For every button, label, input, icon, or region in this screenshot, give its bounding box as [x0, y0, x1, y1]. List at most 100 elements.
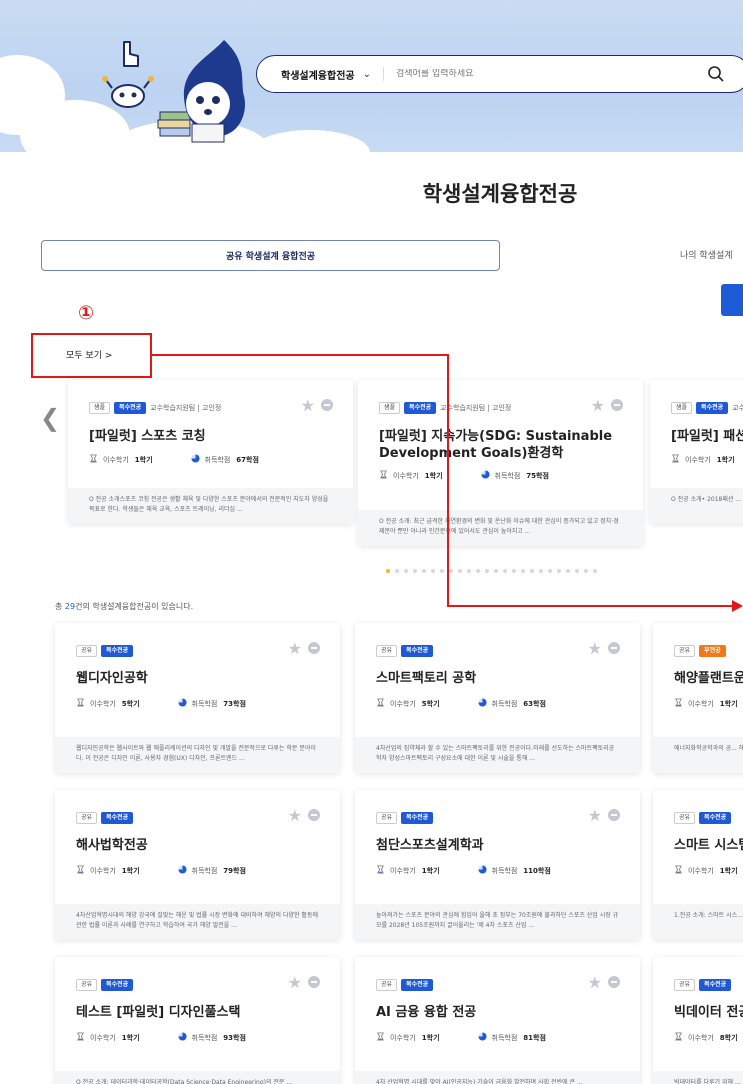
tab-shared-major[interactable]: 공유 학생설계 융합전공: [41, 240, 500, 271]
semester-value: 1학기: [421, 866, 440, 875]
major-card[interactable]: 공유 복수전공 ★ 테스트 [파일럿] 디자인풀스택 이수학기 1학기 취득학점 …: [55, 957, 340, 1084]
card-stats: 이수학기 1학기 취득학점 81학점: [376, 1032, 546, 1043]
major-card[interactable]: 공유 복수전공 ★ 첨단스포츠설계학과 이수학기 1학기 취득학점 110학점 높…: [355, 790, 640, 940]
remove-icon[interactable]: [321, 399, 333, 411]
major-type-badge: 복수전공: [114, 402, 147, 414]
remove-icon[interactable]: [308, 642, 320, 654]
remove-icon[interactable]: [611, 399, 623, 411]
major-type-badge: 공유: [76, 979, 98, 991]
card-author: 교수: [732, 404, 743, 412]
star-icon[interactable]: ★: [301, 396, 315, 415]
carousel-dot[interactable]: [386, 569, 390, 573]
credits-icon: [477, 1032, 492, 1043]
card-description: O 전공 소개• 2018패션 ... 디자인, 소비자학과가 융합 ...: [650, 488, 743, 524]
carousel-dot[interactable]: [512, 569, 516, 573]
carousel-dot[interactable]: [485, 569, 489, 573]
search-category-select[interactable]: 학생설계융합전공: [281, 67, 355, 82]
credits-icon: [190, 454, 205, 465]
major-card[interactable]: 샘플복수전공교수 ★ [파일럿] 패션 ... 이수학기 1학기 취득학점 O …: [650, 380, 743, 524]
semester-value: 1학기: [716, 455, 735, 464]
carousel-dot[interactable]: [404, 569, 408, 573]
star-icon[interactable]: ★: [588, 973, 602, 992]
carousel-dot[interactable]: [566, 569, 570, 573]
annotation-arrow-icon: [732, 600, 743, 612]
remove-icon[interactable]: [308, 809, 320, 821]
star-icon[interactable]: ★: [588, 639, 602, 658]
star-icon[interactable]: ★: [591, 396, 605, 415]
carousel-dot[interactable]: [539, 569, 543, 573]
major-card[interactable]: 공유부전공 ★ 해양플랜트운... 이수학기 1학기 취득학점 에너지화학공학과…: [653, 623, 743, 773]
remove-icon[interactable]: [608, 809, 620, 821]
credits-label: 취득학점: [191, 699, 218, 708]
carousel-dot[interactable]: [440, 569, 444, 573]
tab-my-major[interactable]: 나의 학생설계: [680, 248, 733, 261]
major-card[interactable]: 공유 복수전공 ★ 스마트팩토리 공학 이수학기 5학기 취득학점 63학점 4차…: [355, 623, 640, 773]
carousel-dot[interactable]: [458, 569, 462, 573]
search-input[interactable]: [396, 69, 696, 79]
credits-icon: [177, 865, 192, 876]
remove-icon[interactable]: [608, 642, 620, 654]
semester-icon: [674, 698, 688, 709]
semester-value: 1학기: [421, 1033, 440, 1042]
major-card[interactable]: 공유 복수전공 ★ AI 금융 융합 전공 이수학기 1학기 취득학점 81학점 …: [355, 957, 640, 1084]
mascot-illustration: [102, 40, 245, 143]
major-card[interactable]: 공유 복수전공 ★ 웹디자인공학 이수학기 5학기 취득학점 73학점 웹디자인공…: [55, 623, 340, 773]
semester-label: 이수학기: [90, 866, 116, 875]
star-icon[interactable]: ★: [588, 806, 602, 825]
carousel-dot[interactable]: [431, 569, 435, 573]
major-card[interactable]: 공유복수전공 ★ 스마트 시스템... 이수학기 1학기 취득학점 1.전공 소…: [653, 790, 743, 940]
major-type-badge: 공유: [674, 645, 696, 657]
semester-label: 이수학기: [390, 1033, 416, 1042]
carousel-prev-icon[interactable]: ❮: [40, 404, 60, 432]
credits-icon: [177, 1032, 192, 1043]
major-type-badge: 공유: [674, 812, 696, 824]
credits-label: 취득학점: [191, 866, 218, 875]
carousel-dot[interactable]: [548, 569, 552, 573]
card-title: 스마트 시스템...: [674, 838, 743, 853]
remove-icon[interactable]: [308, 976, 320, 988]
major-card[interactable]: 공유복수전공 ★ 빅데이터 전공... 이수학기 8학기 취득학점 빅데이터를 …: [653, 957, 743, 1084]
carousel-dot[interactable]: [467, 569, 471, 573]
create-button[interactable]: [721, 284, 743, 316]
card-title: [파일럿] 패션 ...: [671, 429, 743, 444]
search-icon[interactable]: [707, 65, 725, 83]
remove-icon[interactable]: [608, 976, 620, 988]
carousel-dot[interactable]: [395, 569, 399, 573]
star-icon[interactable]: ★: [288, 806, 302, 825]
card-stats: 이수학기 1학기 취득학점 110학점: [376, 865, 551, 876]
major-card[interactable]: 샘플 복수전공 교수학습지원팀 | 고인정 ★ [파일럿] 지속가능(SDG: Su…: [358, 380, 643, 546]
semester-icon: [674, 1032, 688, 1043]
major-type-badge: 복수전공: [401, 979, 434, 991]
card-description: 4차산업의 집약체라 할 수 있는 스마트팩토리를 위한 전공이다.미래를 선도…: [355, 737, 640, 773]
major-type-badge: 복수전공: [696, 402, 729, 414]
carousel-dot[interactable]: [521, 569, 525, 573]
major-card[interactable]: 공유 복수전공 ★ 해사법학전공 이수학기 1학기 취득학점 79학점 4차산업혁…: [55, 790, 340, 940]
star-icon[interactable]: ★: [288, 973, 302, 992]
carousel-dot[interactable]: [494, 569, 498, 573]
carousel-dot[interactable]: [422, 569, 426, 573]
view-all-link[interactable]: 모두 보기 >: [66, 348, 112, 361]
carousel-dot[interactable]: [530, 569, 534, 573]
semester-label: 이수학기: [90, 699, 116, 708]
major-type-badge: 샘플: [89, 402, 111, 414]
major-card[interactable]: 샘플 복수전공 교수학습지원팀 | 고인정 ★ [파일럿] 스포츠 코칭 이수학기 …: [68, 380, 353, 524]
carousel-dot[interactable]: [476, 569, 480, 573]
carousel-dot[interactable]: [593, 569, 597, 573]
card-stats: 이수학기 5학기 취득학점 63학점: [376, 698, 546, 709]
carousel-dot[interactable]: [449, 569, 453, 573]
chevron-down-icon[interactable]: ⌄: [363, 69, 371, 80]
star-icon[interactable]: ★: [288, 639, 302, 658]
credits-value: 81학점: [523, 1033, 546, 1042]
card-stats: 이수학기 8학기 취득학점: [674, 1032, 743, 1043]
carousel-dot[interactable]: [575, 569, 579, 573]
card-description: O 전공 소개스포츠 코칭 전공은 생활 체육 및 다양한 스포츠 분야에서의 …: [68, 488, 353, 524]
total-prefix: 총: [55, 602, 65, 611]
card-title: AI 금융 융합 전공: [376, 1005, 477, 1020]
semester-value: 5학기: [121, 699, 140, 708]
carousel-dot[interactable]: [584, 569, 588, 573]
carousel-dot[interactable]: [503, 569, 507, 573]
carousel-dot[interactable]: [557, 569, 561, 573]
card-badges: 공유 복수전공: [76, 645, 134, 657]
semester-value: 8학기: [719, 1033, 738, 1042]
carousel-dot[interactable]: [413, 569, 417, 573]
